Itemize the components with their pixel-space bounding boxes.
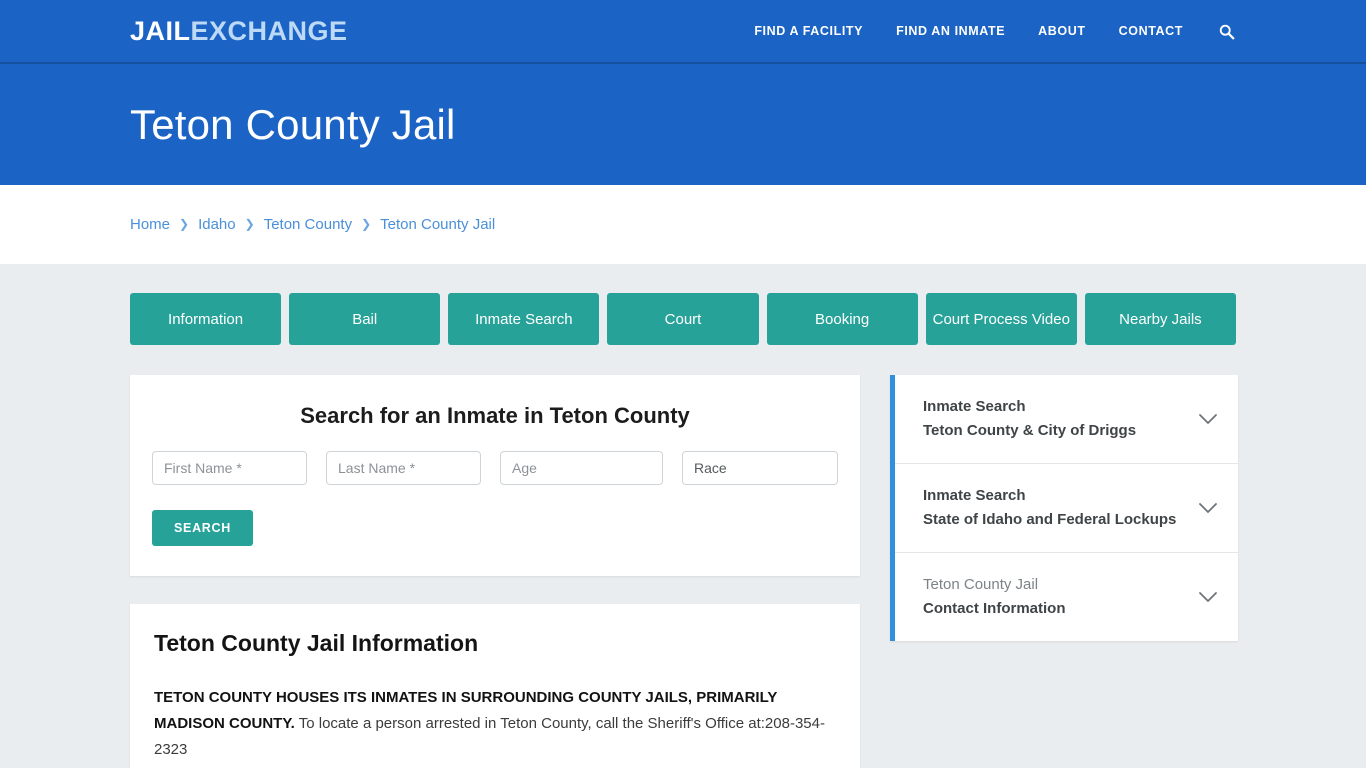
facility-information-card: Teton County Jail Information TETON COUN… — [130, 604, 860, 768]
nav-contact[interactable]: CONTACT — [1119, 24, 1183, 38]
age-input[interactable] — [500, 451, 663, 485]
nav-find-an-inmate[interactable]: FIND AN INMATE — [896, 24, 1005, 38]
last-name-input[interactable] — [326, 451, 481, 485]
accordion-item-text: Inmate Search State of Idaho and Federal… — [923, 484, 1176, 532]
inmate-search-form: Race — [152, 451, 838, 485]
site-header: JAILEXCHANGE FIND A FACILITY FIND AN INM… — [0, 0, 1366, 64]
accordion-line-1: Inmate Search — [923, 487, 1026, 504]
accordion-line-2: Contact Information — [923, 600, 1066, 617]
accordion-item-text: Teton County Jail Contact Information — [923, 573, 1066, 621]
accordion-line-1: Inmate Search — [923, 398, 1026, 415]
logo-text-jail: JAIL — [130, 15, 191, 46]
breadcrumb-item-idaho[interactable]: Idaho — [198, 216, 236, 233]
tab-inmate-search[interactable]: Inmate Search — [448, 293, 600, 345]
sidebar-accordion: Inmate Search Teton County & City of Dri… — [890, 375, 1238, 641]
tab-bail[interactable]: Bail — [289, 293, 441, 345]
page-body: Information Bail Inmate Search Court Boo… — [0, 264, 1366, 768]
breadcrumb-item-teton-county[interactable]: Teton County — [264, 216, 352, 233]
chevron-down-icon[interactable] — [1198, 591, 1218, 603]
race-select[interactable]: Race — [682, 451, 838, 485]
site-logo[interactable]: JAILEXCHANGE — [130, 15, 348, 46]
tab-booking[interactable]: Booking — [766, 293, 918, 345]
chevron-down-icon[interactable] — [1198, 413, 1218, 425]
facility-tabs: Information Bail Inmate Search Court Boo… — [130, 293, 1236, 345]
chevron-down-icon[interactable] — [1198, 502, 1218, 514]
page-title: Teton County Jail — [130, 100, 456, 148]
search-button[interactable]: SEARCH — [152, 510, 253, 546]
sidebar-column: Inmate Search Teton County & City of Dri… — [890, 375, 1238, 641]
tab-court[interactable]: Court — [607, 293, 759, 345]
main-navigation: FIND A FACILITY FIND AN INMATE ABOUT CON… — [754, 21, 1236, 41]
facility-information-paragraph-1: TETON COUNTY HOUSES ITS INMATES IN SURRO… — [154, 685, 836, 763]
accordion-line-2: Teton County & City of Driggs — [923, 422, 1137, 439]
breadcrumb-bar: Home ❯ Idaho ❯ Teton County ❯ Teton Coun… — [0, 185, 1366, 264]
facility-information-heading: Teton County Jail Information — [154, 630, 479, 656]
chevron-right-icon: ❯ — [244, 216, 255, 231]
tab-nearby-jails[interactable]: Nearby Jails — [1084, 293, 1236, 345]
inmate-search-heading: Search for an Inmate in Teton County — [300, 403, 690, 428]
tab-information[interactable]: Information — [130, 293, 282, 345]
accordion-line-1: Teton County Jail — [923, 576, 1039, 593]
search-icon[interactable] — [1216, 21, 1236, 41]
page-hero: Teton County Jail — [0, 64, 1366, 185]
main-column: Search for an Inmate in Teton County Rac… — [130, 375, 860, 768]
inmate-search-card: Search for an Inmate in Teton County Rac… — [130, 375, 860, 576]
first-name-input[interactable] — [152, 451, 307, 485]
accordion-item-inmate-search-state[interactable]: Inmate Search State of Idaho and Federal… — [895, 464, 1238, 553]
chevron-right-icon: ❯ — [179, 216, 190, 231]
accordion-item-text: Inmate Search Teton County & City of Dri… — [923, 395, 1136, 443]
accordion-item-contact-information[interactable]: Teton County Jail Contact Information — [895, 553, 1238, 641]
breadcrumb: Home ❯ Idaho ❯ Teton County ❯ Teton Coun… — [130, 216, 495, 233]
accordion-line-2: State of Idaho and Federal Lockups — [923, 511, 1177, 528]
accordion-item-inmate-search-county[interactable]: Inmate Search Teton County & City of Dri… — [895, 375, 1238, 464]
nav-about[interactable]: ABOUT — [1038, 24, 1085, 38]
breadcrumb-item-teton-county-jail[interactable]: Teton County Jail — [380, 216, 495, 233]
chevron-right-icon: ❯ — [361, 216, 372, 231]
logo-text-exchange: EXCHANGE — [190, 15, 348, 46]
breadcrumb-item-home[interactable]: Home — [130, 216, 170, 233]
nav-find-a-facility[interactable]: FIND A FACILITY — [754, 24, 863, 38]
tab-court-process-video[interactable]: Court Process Video — [925, 293, 1077, 345]
